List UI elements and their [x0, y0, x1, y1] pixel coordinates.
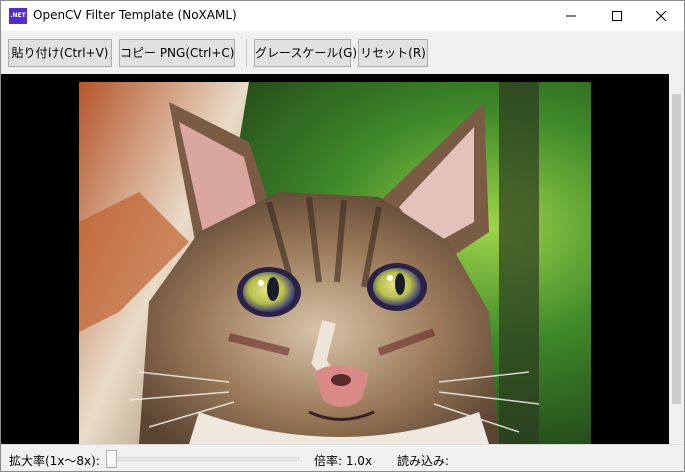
- paste-button[interactable]: 貼り付け(Ctrl+V): [8, 39, 112, 67]
- maximize-button[interactable]: [594, 1, 640, 31]
- close-button[interactable]: [638, 1, 684, 31]
- image-viewer[interactable]: [1, 74, 669, 444]
- scrollbar-thumb[interactable]: [672, 94, 681, 404]
- zoom-label: 拡大率(1x〜8x):: [9, 454, 100, 468]
- dotnet-app-icon: .NET: [9, 8, 27, 24]
- vertical-scrollbar[interactable]: [669, 74, 684, 444]
- minimize-icon: [566, 15, 576, 17]
- slider-track: [107, 457, 299, 461]
- zoom-slider[interactable]: [105, 450, 301, 468]
- cat-photo: [79, 82, 591, 444]
- reset-button[interactable]: リセット(R): [358, 39, 428, 67]
- copy-png-button[interactable]: コピー PNG(Ctrl+C): [119, 39, 235, 67]
- slider-thumb[interactable]: [106, 450, 117, 468]
- minimize-button[interactable]: [548, 1, 594, 31]
- app-window: .NET OpenCV Filter Template (NoXAML) 貼り付…: [0, 0, 685, 472]
- window-title: OpenCV Filter Template (NoXAML): [33, 8, 237, 22]
- status-bar: 拡大率(1x〜8x): 倍率: 1.0x 読み込み:: [1, 444, 684, 471]
- close-icon: [656, 11, 666, 21]
- maximize-icon: [612, 11, 622, 21]
- grayscale-button[interactable]: グレースケール(G): [254, 39, 357, 67]
- title-bar[interactable]: .NET OpenCV Filter Template (NoXAML): [1, 1, 684, 31]
- toolbar-separator: [246, 39, 247, 67]
- load-status-text: 読み込み:: [397, 454, 450, 468]
- zoom-rate-text: 倍率: 1.0x: [314, 454, 373, 468]
- toolbar: 貼り付け(Ctrl+V) コピー PNG(Ctrl+C) グレースケール(G) …: [1, 31, 684, 73]
